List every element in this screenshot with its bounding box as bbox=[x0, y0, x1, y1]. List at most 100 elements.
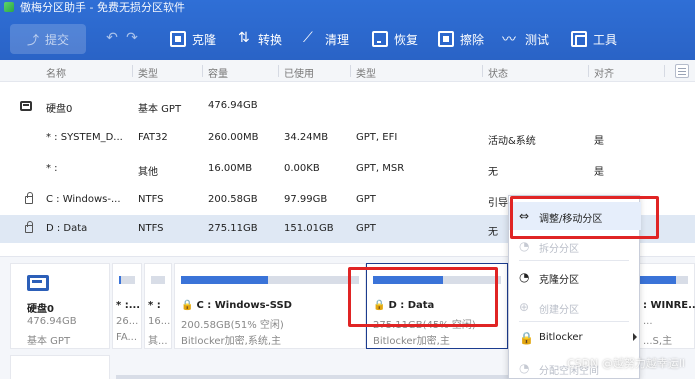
col-name[interactable]: 名称 bbox=[46, 65, 66, 80]
create-partition-icon: ⊕ bbox=[519, 300, 530, 314]
recover-button[interactable]: 恢复 bbox=[372, 25, 418, 53]
partition-label: C : Windows-SSD bbox=[196, 300, 292, 311]
undo-icon[interactable]: ↶ bbox=[103, 29, 121, 47]
lock-icon: 🔒 bbox=[519, 331, 534, 345]
recover-icon bbox=[372, 31, 388, 47]
convert-button[interactable]: 转换 bbox=[236, 25, 282, 53]
disk-card[interactable] bbox=[10, 355, 110, 379]
row-status: 引导 bbox=[488, 198, 508, 209]
row-align: 是 bbox=[594, 167, 604, 178]
disk-size: 476.94GB bbox=[27, 316, 77, 327]
menu-item-label: Bitlocker bbox=[539, 332, 583, 343]
partition-usage-fill bbox=[181, 276, 269, 284]
convert-label: 转换 bbox=[258, 32, 283, 47]
row-capacity: 275.11GB bbox=[208, 223, 258, 234]
tools-icon bbox=[571, 31, 587, 47]
row-capacity: 260.00MB bbox=[208, 132, 259, 143]
partition-detail: ...S,主 bbox=[643, 336, 673, 347]
row-align: 是 bbox=[594, 136, 604, 147]
row-used: 151.01GB bbox=[284, 223, 334, 234]
window-title: 傲梅分区助手 - 免费无损分区软件 bbox=[20, 1, 185, 14]
row-status: 无 bbox=[488, 167, 498, 178]
row-status: 无 bbox=[488, 227, 498, 238]
disk-card[interactable]: 硬盘0 476.94GB 基本 GPT bbox=[10, 263, 110, 349]
col-divider[interactable] bbox=[132, 65, 133, 77]
partition-usage-bar bbox=[116, 375, 516, 379]
title-bar: 傲梅分区助手 - 免费无损分区软件 bbox=[0, 0, 695, 14]
partition-block[interactable]: * :... 26... FA... bbox=[112, 263, 142, 349]
partition-label-row: 🔒 C : Windows-SSD bbox=[181, 300, 292, 311]
row-type: 其他 bbox=[138, 167, 158, 178]
partition-size: ... bbox=[643, 316, 653, 327]
row-name: 硬盘0 bbox=[46, 104, 73, 115]
row-capacity: 16.00MB bbox=[208, 163, 253, 174]
row-name: * : SYSTEM_D... bbox=[46, 132, 123, 143]
col-divider[interactable] bbox=[202, 65, 203, 77]
clean-icon bbox=[303, 30, 319, 47]
col-divider[interactable] bbox=[664, 65, 665, 77]
row-used: 34.24MB bbox=[284, 132, 329, 143]
col-type[interactable]: 类型 bbox=[138, 65, 158, 80]
menu-item-create-partition[interactable]: ⊕ 创建分区 bbox=[509, 293, 641, 321]
table-row[interactable]: 硬盘0 基本 GPT 476.94GB bbox=[0, 92, 695, 120]
disk-icon bbox=[20, 101, 32, 111]
row-type: 基本 GPT bbox=[138, 104, 182, 115]
partition-usage-bar bbox=[181, 276, 359, 284]
test-button[interactable]: 测试 bbox=[502, 25, 550, 53]
test-icon bbox=[502, 29, 519, 49]
clean-label: 清理 bbox=[325, 32, 350, 47]
col-divider[interactable] bbox=[482, 65, 483, 77]
toolbar: ⤴ 提交 ↶ ↷ 克隆 转换 清理 恢复 擦除 测试 bbox=[0, 20, 695, 58]
partition-label: * :... bbox=[116, 300, 141, 311]
table-header: 名称 类型 容量 已使用 类型 状态 对齐 bbox=[0, 60, 695, 82]
row-used: 97.99GB bbox=[284, 194, 328, 205]
col-status[interactable]: 状态 bbox=[488, 65, 508, 80]
row-name: D : Data bbox=[46, 223, 88, 234]
row-fstype: GPT, EFI bbox=[356, 132, 398, 143]
menu-item-label: 拆分分区 bbox=[539, 244, 579, 255]
clone-label: 克隆 bbox=[192, 32, 217, 47]
col-divider[interactable] bbox=[588, 65, 589, 77]
tools-button[interactable]: 工具 bbox=[571, 25, 617, 53]
partition-usage-bar bbox=[119, 276, 135, 284]
col-fstype[interactable]: 类型 bbox=[356, 65, 376, 80]
row-type: NTFS bbox=[138, 223, 164, 234]
disk-type: 基本 GPT bbox=[27, 336, 71, 347]
partition-size: 26... bbox=[116, 316, 139, 327]
erase-button[interactable]: 擦除 bbox=[438, 25, 484, 53]
col-used[interactable]: 已使用 bbox=[284, 65, 314, 80]
menu-item-bitlocker[interactable]: 🔒 Bitlocker bbox=[509, 324, 641, 352]
col-capacity[interactable]: 容量 bbox=[208, 65, 228, 80]
partition-detail: Bitlocker加密,系统,主 bbox=[181, 336, 282, 347]
redo-icon[interactable]: ↷ bbox=[123, 29, 141, 47]
table-row[interactable]: * : SYSTEM_D... FAT32 260.00MB 34.24MB G… bbox=[0, 124, 695, 152]
table-row[interactable]: * : 其他 16.00MB 0.00KB GPT, MSR 无 是 bbox=[0, 155, 695, 183]
col-divider[interactable] bbox=[278, 65, 279, 77]
submit-label: 提交 bbox=[45, 32, 70, 47]
submenu-arrow-icon bbox=[633, 333, 637, 341]
highlight-box bbox=[510, 196, 659, 239]
recover-label: 恢复 bbox=[394, 32, 419, 47]
clone-button[interactable]: 克隆 bbox=[170, 25, 216, 53]
col-align[interactable]: 对齐 bbox=[594, 65, 614, 80]
partition-size: 200.58GB(51% 空闲) bbox=[181, 320, 284, 331]
app-logo bbox=[4, 2, 14, 12]
partition-usage-fill bbox=[119, 276, 122, 284]
partition-label: : WINRE... bbox=[643, 300, 695, 311]
top-bar: 傲梅分区助手 - 免费无损分区软件 ⤴ 提交 ↶ ↷ 克隆 转换 清理 恢复 擦… bbox=[0, 0, 695, 60]
lock-icon bbox=[25, 192, 33, 204]
partition-block[interactable]: 🔒 C : Windows-SSD 200.58GB(51% 空闲) Bitloc… bbox=[174, 263, 366, 349]
row-fstype: GPT bbox=[356, 223, 376, 234]
menu-item-clone-partition[interactable]: ◔ 克隆分区 bbox=[509, 263, 641, 291]
submit-button[interactable]: ⤴ 提交 bbox=[10, 24, 86, 54]
convert-icon bbox=[236, 30, 252, 47]
row-fstype: GPT bbox=[356, 194, 376, 205]
partition-detail: Bitlocker加密,主 bbox=[373, 336, 450, 347]
columns-menu-icon[interactable] bbox=[675, 64, 689, 78]
clone-partition-icon: ◔ bbox=[519, 270, 530, 284]
col-divider[interactable] bbox=[350, 65, 351, 77]
clean-button[interactable]: 清理 bbox=[303, 25, 349, 53]
menu-item-label: 克隆分区 bbox=[539, 275, 579, 286]
test-label: 测试 bbox=[525, 32, 550, 47]
partition-block[interactable]: * : 16... 其... bbox=[144, 263, 172, 349]
